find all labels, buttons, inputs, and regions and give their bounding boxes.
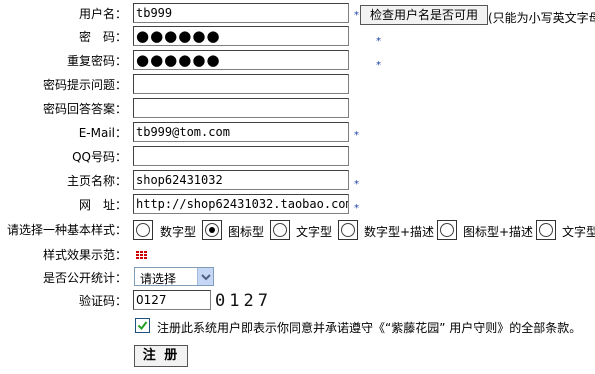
- preview-label: 样式效果示范：: [42, 248, 127, 262]
- chevron-down-icon[interactable]: [197, 268, 213, 285]
- username-input[interactable]: tb999: [133, 3, 349, 23]
- homepage-name-label: 主页名称：: [66, 174, 127, 188]
- check-username-button[interactable]: 检查用户名是否可用: [360, 5, 488, 25]
- style-radio-3[interactable]: [341, 223, 355, 237]
- email-label: E-Mail：: [78, 126, 127, 140]
- captcha-input[interactable]: 0127: [133, 290, 211, 310]
- answer-input[interactable]: [133, 98, 349, 118]
- style-radio-0[interactable]: [136, 223, 150, 237]
- counter-preview-icon: [136, 251, 147, 259]
- style-option-label: 数字型: [160, 225, 197, 239]
- homepage-name-input[interactable]: shop62431032: [133, 170, 349, 190]
- password-label: 密 码：: [78, 30, 127, 44]
- email-input[interactable]: tb999@tom.com: [133, 122, 349, 142]
- style-option-frame: [202, 220, 222, 240]
- public-stats-label: 是否公开统计：: [42, 271, 127, 285]
- required-mark: *: [354, 179, 359, 190]
- question-input[interactable]: [133, 74, 349, 94]
- style-radio-5[interactable]: [539, 223, 553, 237]
- style-radio-1[interactable]: [205, 223, 219, 237]
- style-option-frame: [536, 220, 556, 240]
- answer-label: 密码回答答案：: [42, 102, 127, 116]
- style-option-label: 图标型: [228, 225, 265, 239]
- checkmark-icon: [137, 321, 148, 331]
- required-mark: *: [354, 203, 359, 214]
- qq-input[interactable]: [133, 146, 349, 166]
- username-label: 用户名：: [78, 7, 127, 21]
- style-option-label: 数字型+描述: [364, 225, 435, 239]
- public-stats-selected: 请选择: [140, 272, 177, 286]
- style-radio-2[interactable]: [273, 223, 287, 237]
- style-option-label: 文字型: [562, 225, 595, 239]
- password-confirm-field[interactable]: ●●●●●●: [133, 50, 349, 70]
- style-option-frame: [133, 220, 153, 240]
- style-option-frame: [437, 220, 457, 240]
- style-label: 请选择一种基本样式：: [6, 223, 127, 237]
- required-mark: *: [354, 10, 359, 21]
- agreement-text: 注册此系统用户即表示你同意并承诺遵守《“紫藤花园” 用户守则》的全部条款。: [157, 321, 582, 335]
- captcha-label: 验证码：: [78, 294, 127, 308]
- question-label: 密码提示问题：: [42, 78, 127, 92]
- password-confirm-label: 重复密码：: [66, 54, 127, 68]
- required-mark: *: [354, 130, 359, 141]
- required-mark: *: [376, 60, 381, 71]
- captcha-image: 0127: [215, 291, 272, 311]
- qq-label: QQ号码：: [72, 150, 127, 164]
- required-mark: *: [376, 36, 381, 47]
- style-option-frame: [338, 220, 358, 240]
- password-field[interactable]: ●●●●●●: [133, 26, 349, 46]
- username-hint: (只能为小写英文字母: [488, 11, 595, 25]
- url-input[interactable]: http://shop62431032.taobao.com/: [133, 194, 349, 214]
- style-radio-4[interactable]: [440, 223, 454, 237]
- public-stats-select[interactable]: 请选择: [134, 267, 214, 286]
- agreement-checkbox[interactable]: [135, 318, 150, 333]
- style-option-label: 图标型+描述: [463, 225, 534, 239]
- url-label: 网 址：: [78, 198, 127, 212]
- style-option-frame: [270, 220, 290, 240]
- style-option-label: 文字型: [296, 225, 333, 239]
- register-button[interactable]: 注 册: [134, 345, 188, 367]
